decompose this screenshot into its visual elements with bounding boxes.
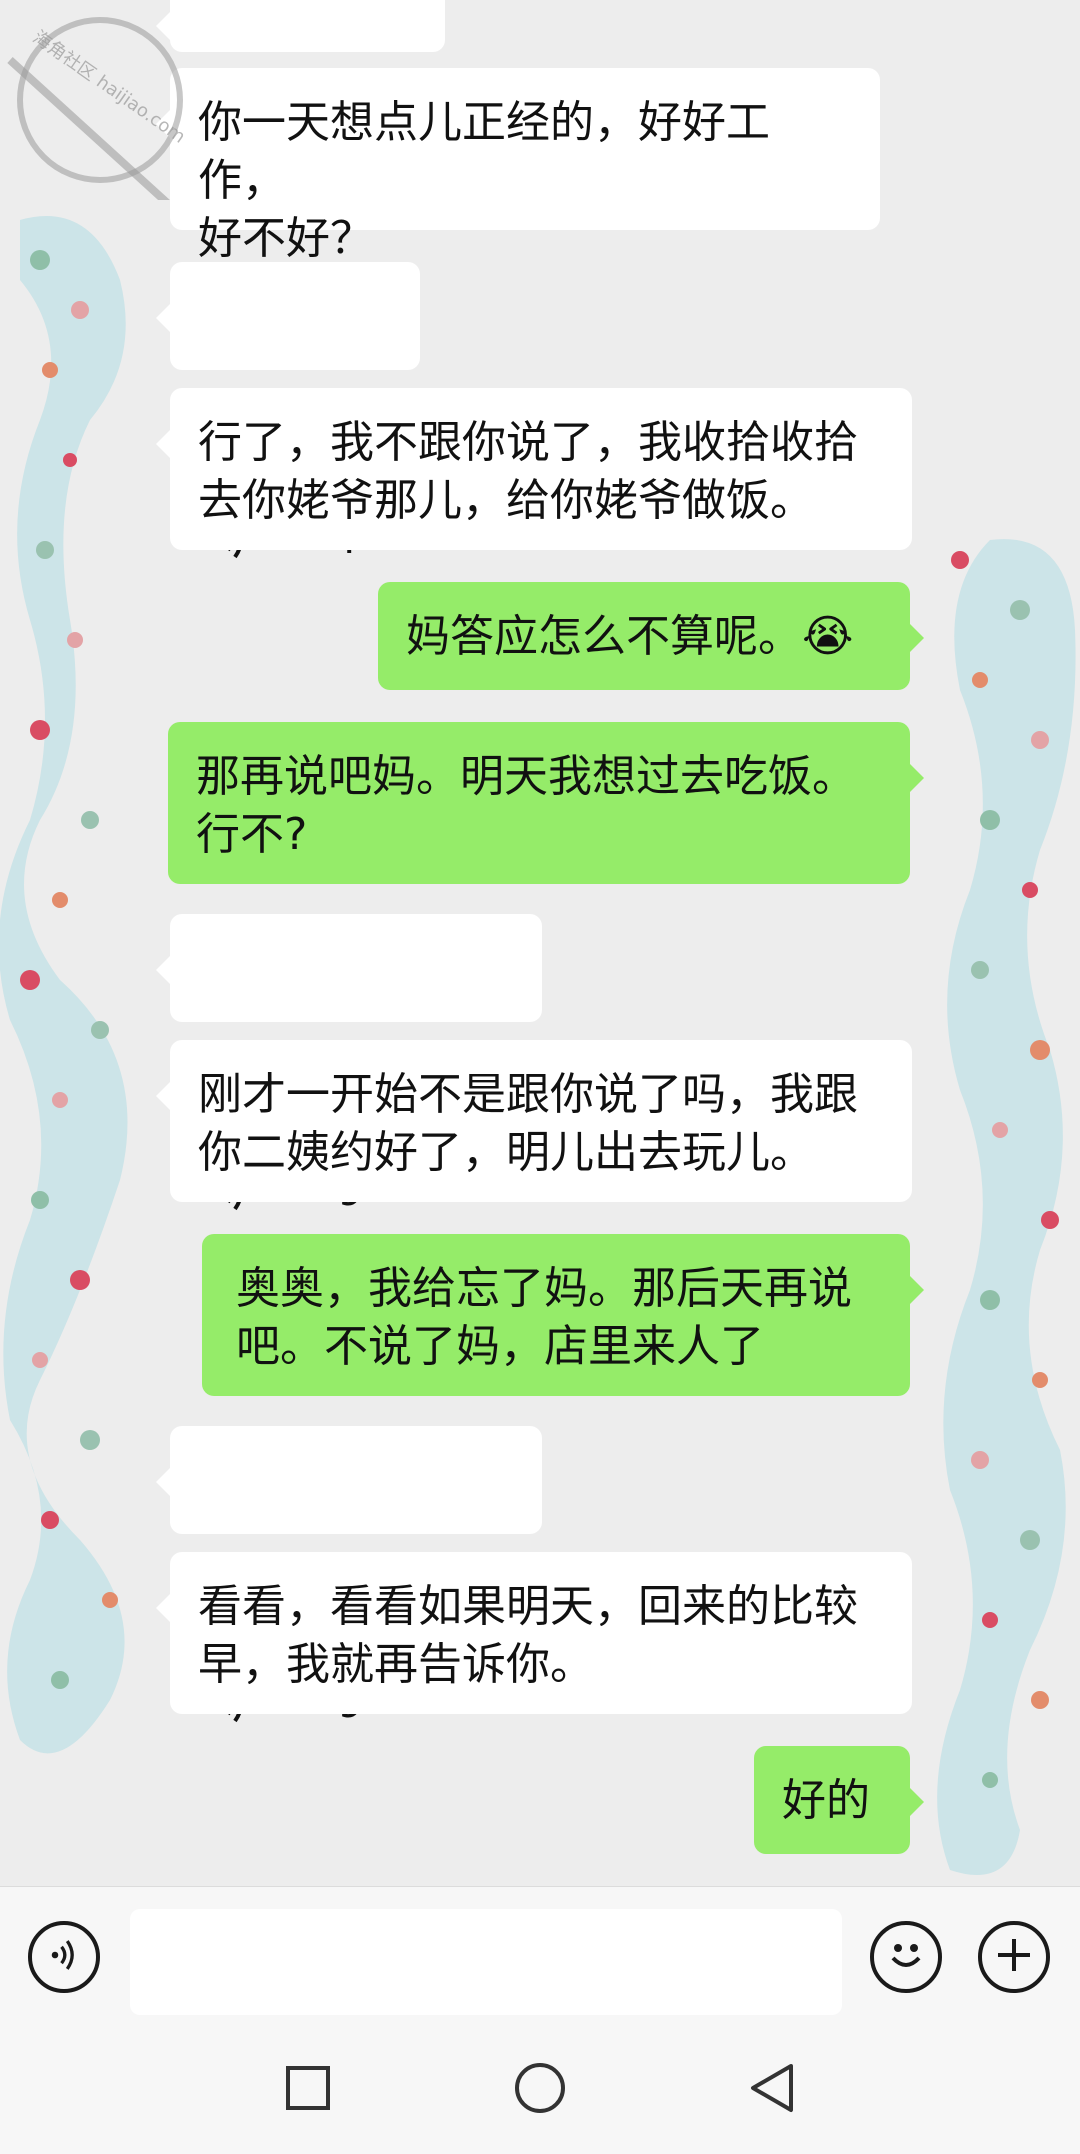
more-button[interactable] (978, 1921, 1050, 1993)
message-bubble-outgoing[interactable]: 奥奥，我给忘了妈。那后天再说 吧。不说了妈，店里来人了 (202, 1234, 924, 1396)
back-button[interactable] (736, 2054, 808, 2126)
message-bubble-outgoing[interactable]: 那再说吧妈。明天我想过去吃饭。 行不? (168, 722, 924, 884)
message-bubble-incoming[interactable]: 你一天想点儿正经的，好好工作， 好不好？ (156, 68, 880, 264)
voice-message-bubble[interactable]: 9" (156, 914, 542, 1215)
message-bubble-outgoing[interactable]: 妈答应怎么不算呢。😭 (378, 582, 924, 690)
privacy-sticker-left (0, 216, 128, 1754)
message-bubble-incoming[interactable]: 看看，看看如果明天，回来的比较 早，我就再告诉你。 (156, 1552, 912, 1714)
triangle-back-icon (747, 2062, 797, 2118)
chat-input-bar (0, 1886, 1080, 2027)
emoji-button[interactable] (870, 1921, 942, 1993)
plus-icon (994, 1935, 1034, 1979)
message-bubble-incoming[interactable]: 刚才一开始不是跟你说了吗，我跟 你二姨约好了，明儿出去玩儿。 (156, 1040, 912, 1202)
recent-apps-button[interactable] (272, 2054, 344, 2126)
message-input[interactable] (130, 1909, 842, 2015)
voice-message-bubble[interactable]: 9" (156, 1426, 542, 1727)
privacy-sticker-right (937, 539, 1076, 1876)
emoji-icon (881, 1930, 931, 1984)
message-bubble-outgoing[interactable]: 好的 (754, 1746, 924, 1854)
system-nav-bar (0, 2026, 1080, 2154)
square-icon (284, 2064, 332, 2116)
circle-icon (513, 2061, 567, 2119)
voice-mode-icon (49, 1937, 79, 1977)
voice-message-bubble[interactable]: 4" (156, 262, 420, 563)
voice-mode-button[interactable] (28, 1921, 100, 1993)
home-button[interactable] (504, 2054, 576, 2126)
message-bubble-incoming[interactable]: 行了，我不跟你说了，我收拾收拾 去你姥爷那儿，给你姥爷做饭。 (156, 388, 912, 550)
chat-screen: 你一天想点儿正经的，好好工作， 好不好？ 4" 行了，我不跟你说了，我收拾收拾 … (0, 0, 1080, 2154)
partial-message-bubble[interactable] (156, 0, 445, 52)
